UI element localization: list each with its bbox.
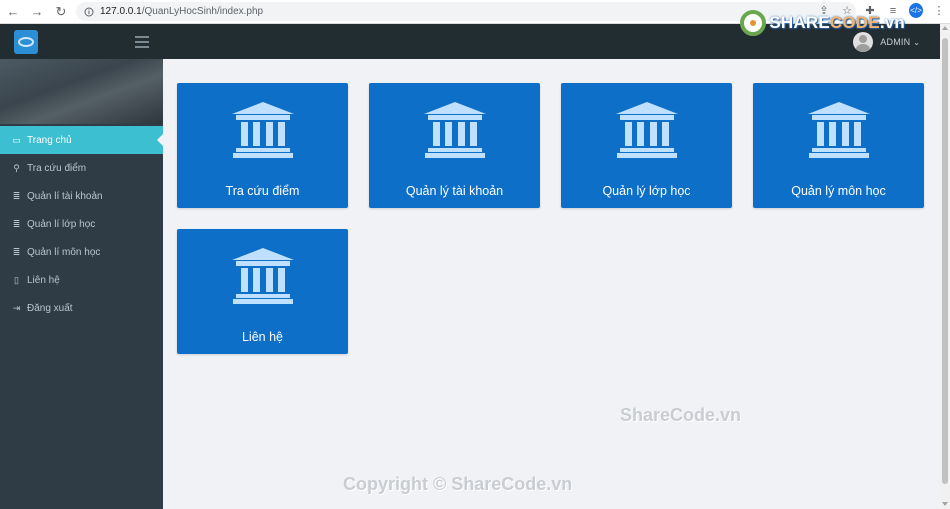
sidebar-item[interactable]: ≣ Quản lí môn học: [0, 238, 163, 266]
sidebar-item[interactable]: ▭ Trang chủ: [0, 126, 164, 154]
scroll-down-icon[interactable]: [942, 502, 948, 506]
sidebar-item-label: Quản lí môn học: [27, 246, 101, 258]
dashboard-card[interactable]: Tra cứu điểm: [177, 83, 348, 208]
dashboard-card[interactable]: Quản lý lớp học: [561, 83, 732, 208]
sidebar-item[interactable]: ▯ Liên hệ: [0, 266, 163, 294]
watermark-text: ShareCode.vn: [620, 405, 742, 425]
card-label: Quản lý tài khoản: [405, 184, 504, 198]
dashboard-card[interactable]: Quản lý tài khoản: [369, 83, 540, 208]
address-bar[interactable]: 127.0.0.1/QuanLyHocSinh/index.php: [76, 2, 856, 21]
card-label: Quản lý môn học: [791, 184, 886, 198]
more-menu-icon[interactable]: ⋮: [932, 4, 946, 17]
bank-icon: [231, 248, 294, 309]
card-label: Tra cứu điểm: [225, 184, 300, 198]
search-icon: ⚲: [13, 162, 20, 173]
scroll-up-icon[interactable]: [942, 26, 948, 30]
url-path: /QuanLyHocSinh/index.php: [141, 6, 264, 17]
main-content: Tra cứu điểm Quản lý tài khoản Quản lý lớp…: [163, 59, 940, 509]
reload-icon[interactable]: ↻: [50, 1, 72, 23]
hamburger-menu-icon[interactable]: [135, 36, 149, 48]
list-icon: ≣: [12, 246, 21, 257]
list-icon: ≣: [12, 190, 21, 201]
sidebar-item[interactable]: ⚲ Tra cứu điểm: [0, 154, 163, 182]
sidebar-item-label: Đăng xuất: [27, 302, 73, 314]
monitor-icon: ▭: [12, 134, 21, 145]
card-label: Liên hệ: [241, 330, 283, 344]
sharecode-logo: SHARECODE.vn: [740, 10, 905, 36]
copyright-watermark: Copyright © ShareCode.vn: [343, 474, 573, 494]
user-name: ADMIN: [880, 37, 911, 47]
scroll-thumb[interactable]: [942, 38, 948, 484]
bank-icon: [615, 102, 678, 163]
sidebar-banner: [0, 59, 163, 124]
forward-arrow-icon[interactable]: →: [26, 1, 48, 23]
dashboard-card[interactable]: Quản lý môn học: [753, 83, 924, 208]
info-icon[interactable]: [84, 7, 94, 17]
sidebar-item-label: Quản lí lớp học: [27, 218, 96, 230]
list-icon: ≣: [12, 218, 21, 229]
sign-out-icon: ⇥: [12, 302, 21, 313]
sidebar-item-label: Tra cứu điểm: [27, 162, 87, 174]
back-arrow-icon[interactable]: ←: [2, 1, 24, 23]
vertical-scrollbar[interactable]: [940, 24, 950, 509]
bank-icon: [231, 102, 294, 163]
sidebar-item-label: Trang chủ: [27, 134, 72, 146]
sidebar-item-label: Liên hệ: [27, 274, 60, 286]
sidebar-item[interactable]: ⇥ Đăng xuất: [0, 294, 163, 322]
url-host: 127.0.0.1: [100, 6, 142, 17]
chevron-down-icon: ⌄: [913, 37, 920, 47]
sharecode-logo-mark: [740, 10, 767, 36]
bank-icon: [423, 102, 486, 163]
sharecode-logo-text: SHARECODE.vn: [769, 13, 905, 32]
card-label: Quản lý lớp học: [602, 184, 691, 198]
brand-logo[interactable]: [14, 30, 38, 54]
dashboard-card[interactable]: Liên hệ: [177, 229, 348, 354]
bank-icon: [807, 102, 870, 163]
sidebar-item[interactable]: ≣ Quản lí lớp học: [0, 210, 163, 238]
file-icon: ▯: [14, 274, 19, 285]
sidebar-menu: ▭ Trang chủ ⚲ Tra cứu điểm ≣ Quản lí tài khoả…: [0, 126, 164, 322]
devtools-extension-icon[interactable]: </>: [909, 3, 923, 18]
sidebar-item[interactable]: ≣ Quản lí tài khoản: [0, 182, 163, 210]
sidebar-item-label: Quản lí tài khoản: [27, 190, 103, 202]
sidebar: ▭ Trang chủ ⚲ Tra cứu điểm ≣ Quản lí tài khoả…: [0, 59, 164, 509]
